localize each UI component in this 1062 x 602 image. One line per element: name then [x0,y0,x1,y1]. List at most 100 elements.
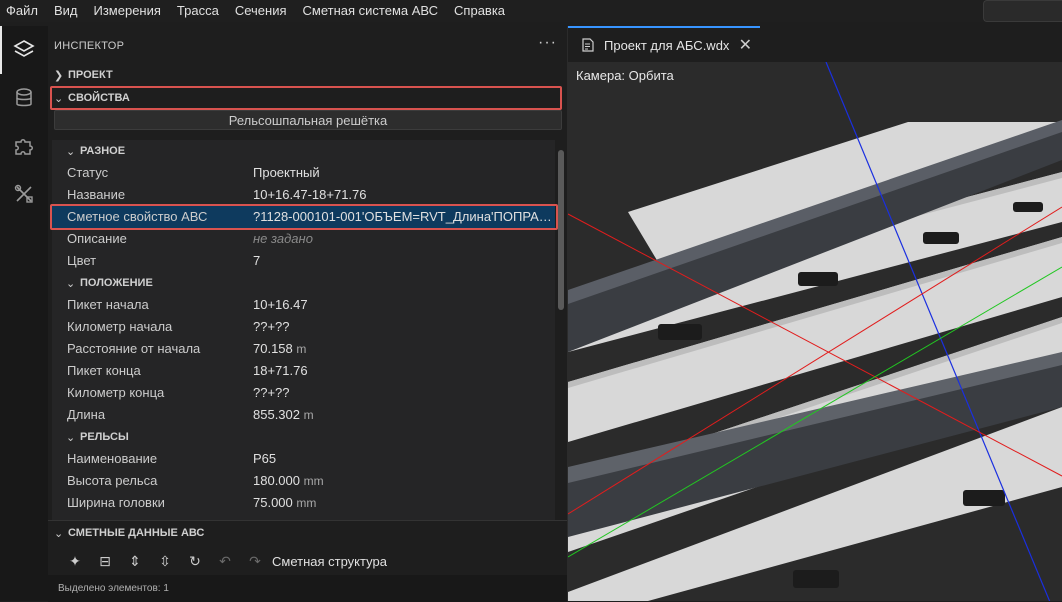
prop-key: Цвет [67,253,97,268]
prop-row-km-end[interactable]: Километр конца ??+?? [52,382,555,404]
close-icon[interactable]: ✕ [739,35,752,55]
redo-icon[interactable]: ↷ [240,551,270,571]
element-type-button[interactable]: Рельсошпальная решётка [54,110,562,130]
prop-row-status[interactable]: Статус Проектный [52,162,555,184]
menu-measure[interactable]: Измерения [86,0,169,22]
prop-key: Километр конца [67,385,165,400]
prop-value[interactable]: 7 [253,250,553,272]
tab-title: Проект для АБС.wdx [604,37,730,53]
prop-key: Расстояние от начала [67,341,201,356]
expand-all-icon[interactable]: ⇕ [120,551,150,571]
group-misc[interactable]: ⌄ РАЗНОЕ [66,140,125,162]
prop-key: Наименование [67,451,158,466]
database-icon [16,88,32,107]
prop-value[interactable]: 70.158 m [253,338,553,360]
prop-row-rail-width[interactable]: Ширина головки 75.000 mm [52,492,555,514]
activity-tools[interactable] [0,170,48,218]
menu-bar: Файл Вид Измерения Трасса Сечения Сметна… [0,0,1062,22]
prop-key: Ширина головки [67,495,165,510]
prop-row-pk-end[interactable]: Пикет конца 18+71.76 [52,360,555,382]
prop-value[interactable]: 10+16.47 [253,294,553,316]
group-position-label: ПОЛОЖЕНИЕ [80,277,153,289]
inspector-title: ИНСПЕКТОР [54,40,125,52]
chevron-down-icon: ⌄ [54,527,64,540]
group-rails-label: РЕЛЬСЫ [80,431,129,443]
prop-value[interactable]: 180.000 mm [253,470,553,492]
group-rails[interactable]: ⌄ РЕЛЬСЫ [66,426,129,448]
activity-bar [0,26,48,601]
scrollbar-thumb[interactable] [558,150,564,310]
selected-count: Выделено элементов: 1 [58,583,169,594]
abc-toolbar: ✦ ⊟ ⇕ ⇳ ↻ ↶ ↷ Сметная структура [60,551,387,571]
activity-inspector[interactable] [0,26,48,74]
more-actions-icon[interactable]: ··· [538,34,557,52]
prop-key: Километр начала [67,319,173,334]
collapse-all-icon[interactable]: ⇳ [150,551,180,571]
properties-highlight [50,86,562,110]
section-abc-data[interactable]: ⌄ СМЕТНЫЕ ДАННЫЕ АВС [54,523,204,543]
prop-key: Длина [67,407,106,422]
chevron-down-icon: ⌄ [66,277,76,290]
chevron-down-icon: ⌄ [66,431,76,444]
group-position[interactable]: ⌄ ПОЛОЖЕНИЕ [66,272,153,294]
menu-view[interactable]: Вид [46,0,86,22]
properties-scrollbar[interactable] [558,140,564,520]
command-search-box[interactable] [983,0,1062,22]
prop-key: Пикет конца [67,363,141,378]
file-icon [582,38,594,52]
properties-list: ⌄ РАЗНОЕ Статус Проектный Название 10+16… [48,140,567,520]
puzzle-icon [15,139,33,155]
menu-abc[interactable]: Сметная система АВС [295,0,447,22]
prop-row-rail-height[interactable]: Высота рельса 180.000 mm [52,470,555,492]
section-abc-label: СМЕТНЫЕ ДАННЫЕ АВС [68,527,205,539]
camera-mode-label: Камера: Орбита [576,68,674,83]
structure-label: Сметная структура [272,553,387,569]
prop-row-km-start[interactable]: Километр начала ??+?? [52,316,555,338]
tools-icon [14,184,33,203]
chevron-right-icon: ❯ [54,69,64,82]
prop-value[interactable]: Р65 [253,448,553,470]
abc-row-highlight [50,204,558,230]
prop-row-pk-start[interactable]: Пикет начала 10+16.47 [52,294,555,316]
refresh-icon[interactable]: ↻ [180,551,210,571]
prop-row-name[interactable]: Название 10+16.47-18+71.76 [52,184,555,206]
activity-extensions[interactable] [0,122,48,170]
sparkle-icon[interactable]: ✦ [60,551,90,571]
prop-value[interactable]: 10+16.47-18+71.76 [253,184,553,206]
abc-data-section: ⌄ СМЕТНЫЕ ДАННЫЕ АВС ✦ ⊟ ⇕ ⇳ ↻ ↶ ↷ Сметн… [48,520,567,602]
filter-icon[interactable]: ⊟ [90,551,120,571]
3d-viewport[interactable]: Камера: Орбита [568,62,1062,601]
prop-value[interactable]: 75.000 mm [253,492,553,514]
prop-key: Пикет начала [67,297,149,312]
menu-route[interactable]: Трасса [169,0,227,22]
prop-key: Название [67,187,126,202]
prop-value[interactable]: 18+71.76 [253,360,553,382]
prop-row-length[interactable]: Длина 855.302 m [52,404,555,426]
prop-value[interactable]: ??+?? [253,382,553,404]
tab-project[interactable]: Проект для АБС.wdx ✕ [568,26,760,62]
chevron-down-icon: ⌄ [66,145,76,158]
group-misc-label: РАЗНОЕ [80,145,126,157]
prop-key: Статус [67,165,109,180]
section-project[interactable]: ❯ ПРОЕКТ [54,65,113,85]
prop-row-distance[interactable]: Расстояние от начала 70.158 m [52,338,555,360]
prop-row-color[interactable]: Цвет 7 [52,250,555,272]
prop-value[interactable]: ??+?? [253,316,553,338]
prop-value[interactable]: Проектный [253,162,553,184]
layers-icon [13,40,35,57]
inspector-panel: ИНСПЕКТОР ··· ❯ ПРОЕКТ ⌄ СВОЙСТВА Рельсо… [48,26,568,602]
track-scene [568,62,1062,601]
menu-sections[interactable]: Сечения [227,0,295,22]
editor-tabs: Проект для АБС.wdx ✕ [568,26,1062,63]
section-project-label: ПРОЕКТ [68,69,113,81]
status-bar: Выделено элементов: 1 [48,575,567,602]
prop-row-rail-name[interactable]: Наименование Р65 [52,448,555,470]
prop-value[interactable]: 855.302 m [253,404,553,426]
activity-database[interactable] [0,74,48,122]
undo-icon[interactable]: ↶ [210,551,240,571]
editor-area: Проект для АБС.wdx ✕ Камера: Орбита [568,26,1062,601]
prop-value[interactable]: не задано [253,228,553,250]
menu-file[interactable]: Файл [0,0,46,22]
menu-help[interactable]: Справка [446,0,513,22]
prop-row-description[interactable]: Описание не задано [52,228,555,250]
